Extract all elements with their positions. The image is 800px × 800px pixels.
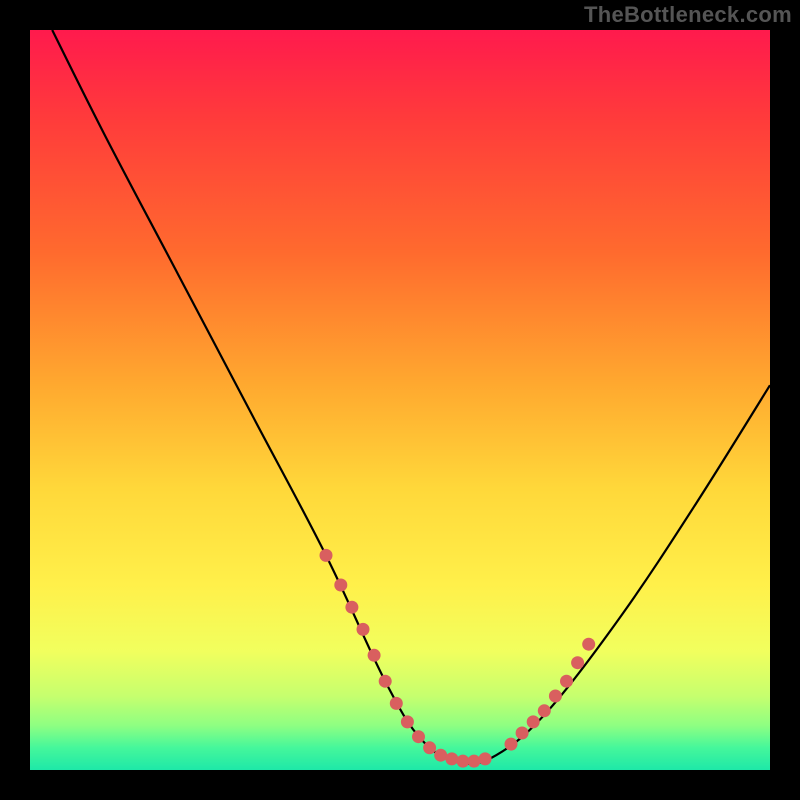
highlight-dot	[468, 755, 481, 768]
highlight-dot	[368, 649, 381, 662]
highlight-dot	[571, 656, 584, 669]
highlight-dot	[582, 638, 595, 651]
highlight-dot	[516, 727, 529, 740]
highlight-dot	[560, 675, 573, 688]
highlight-dot	[345, 601, 358, 614]
chart-frame: TheBottleneck.com	[0, 0, 800, 800]
curve-svg	[30, 30, 770, 770]
highlight-dot	[390, 697, 403, 710]
highlight-dot	[357, 623, 370, 636]
highlight-dot	[379, 675, 392, 688]
highlight-dot	[434, 749, 447, 762]
highlight-dot	[549, 690, 562, 703]
highlight-dots-right	[505, 638, 596, 751]
highlight-dot	[538, 704, 551, 717]
highlight-dot	[423, 741, 436, 754]
plot-area	[30, 30, 770, 770]
highlight-dot	[334, 579, 347, 592]
highlight-dot	[320, 549, 333, 562]
highlight-dots-left	[320, 549, 492, 768]
highlight-dot	[445, 752, 458, 765]
highlight-dot	[401, 715, 414, 728]
highlight-dot	[505, 738, 518, 751]
bottleneck-curve	[52, 30, 770, 764]
highlight-dot	[412, 730, 425, 743]
highlight-dot	[527, 715, 540, 728]
highlight-dot	[479, 752, 492, 765]
watermark-text: TheBottleneck.com	[584, 2, 792, 28]
highlight-dot	[456, 755, 469, 768]
